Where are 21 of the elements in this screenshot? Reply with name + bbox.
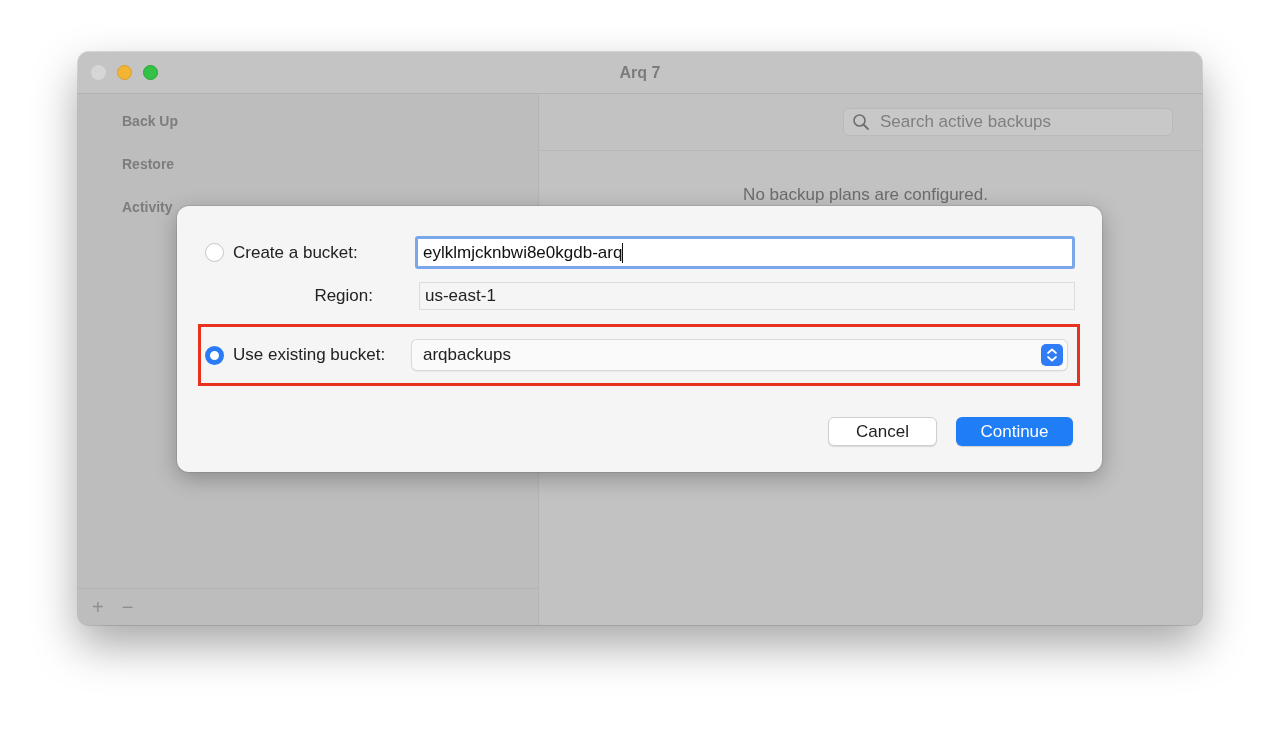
- field-label: Use existing bucket:: [233, 345, 386, 365]
- bucket-name-field[interactable]: eylklmjcknbwi8e0kgdb-arq: [415, 236, 1075, 269]
- radio-button[interactable]: [205, 345, 224, 365]
- radio-button[interactable]: [205, 243, 224, 262]
- sidebar-item[interactable]: Activity: [122, 199, 173, 215]
- sidebar-item[interactable]: Restore: [122, 156, 175, 172]
- window-title: Arq 7: [619, 63, 661, 82]
- remove-button[interactable]: −: [121, 597, 134, 617]
- zoom-button[interactable]: [143, 65, 158, 80]
- search-field[interactable]: Search active backups: [843, 108, 1173, 136]
- cancel-button[interactable]: Cancel: [828, 417, 937, 446]
- bucket-popup[interactable]: arqbackups: [412, 340, 1067, 370]
- empty-message: No backup plans are configured.: [743, 185, 988, 205]
- continue-button[interactable]: Continue: [956, 417, 1073, 446]
- field-label: Region:: [314, 286, 373, 306]
- sidebar-item[interactable]: Back Up: [122, 113, 179, 129]
- region-field: us-east-1: [419, 282, 1075, 310]
- field-label: Create a bucket:: [233, 242, 358, 263]
- chevron-icon: [1041, 344, 1063, 366]
- add-button[interactable]: +: [92, 597, 104, 617]
- minimize-button[interactable]: [117, 65, 132, 80]
